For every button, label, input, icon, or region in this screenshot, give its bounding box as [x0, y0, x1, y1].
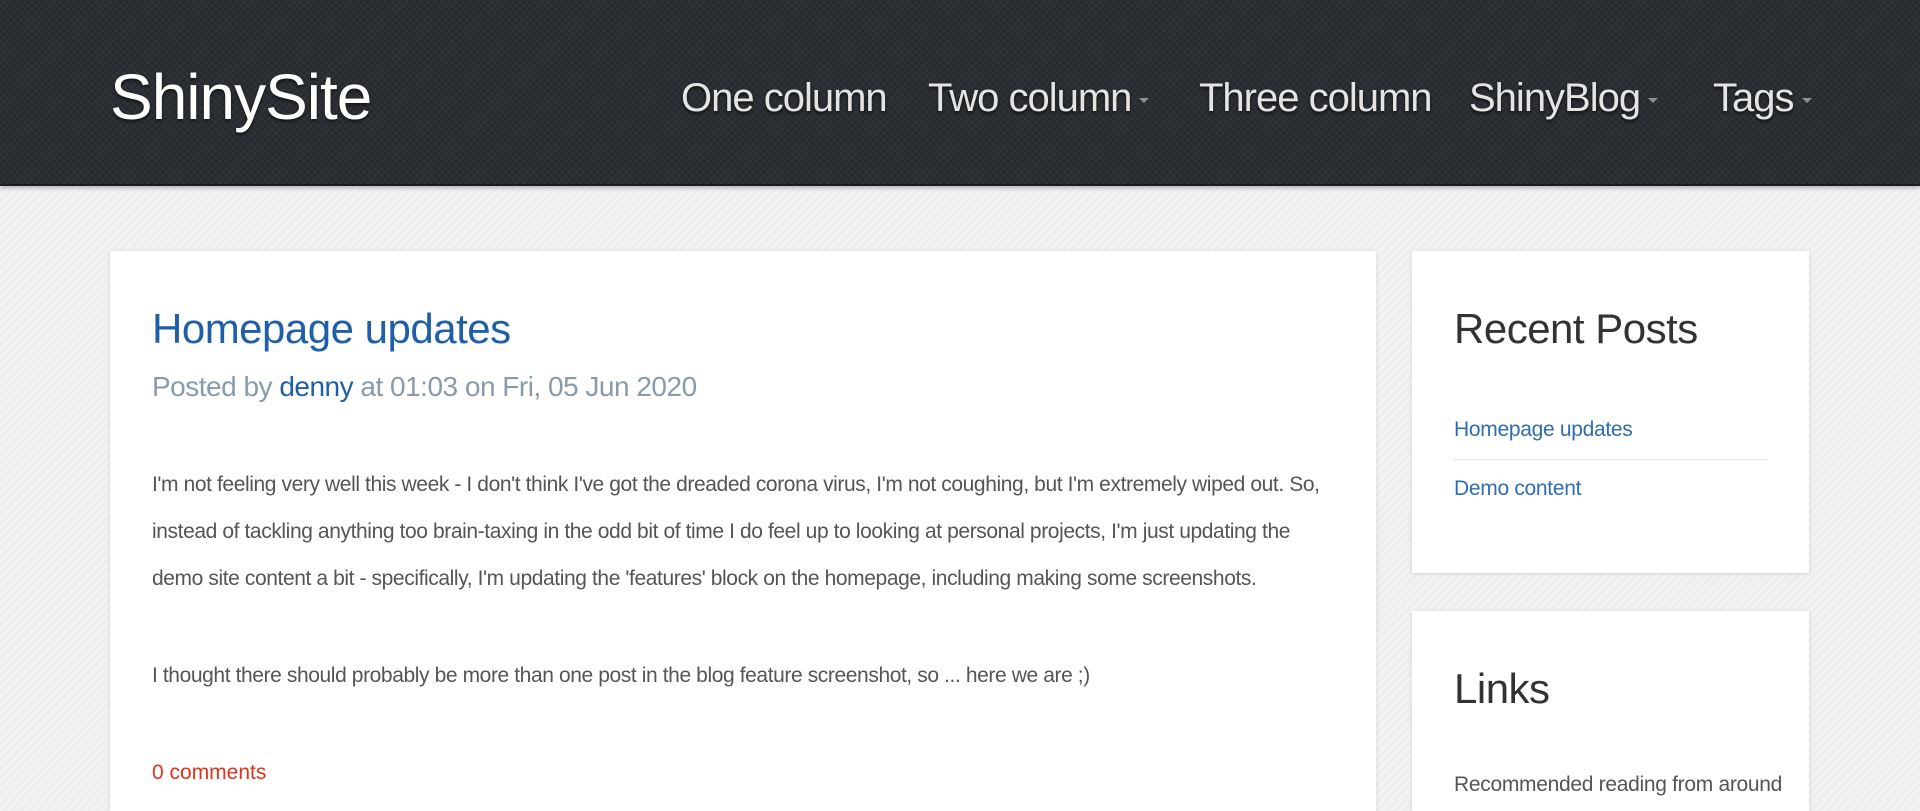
- recent-post-link[interactable]: Homepage updates: [1454, 401, 1768, 459]
- site-header: ShinySite One column Two column Three co…: [0, 0, 1920, 186]
- nav-item-one-column[interactable]: One column: [681, 76, 888, 121]
- recent-post-link[interactable]: Demo content: [1454, 459, 1768, 518]
- widget-title: Links: [1454, 665, 1550, 712]
- post-body: I'm not feeling very well this week - I …: [152, 461, 1342, 749]
- nav-item-label: One column: [681, 76, 888, 120]
- recent-posts-list: Homepage updates Demo content: [1454, 401, 1768, 518]
- blog-post: Homepage updates Posted by denny at 01:0…: [110, 251, 1376, 811]
- post-date: at 01:03 on Fri, 05 Jun 2020: [360, 371, 697, 402]
- site-logo-link[interactable]: ShinySite: [110, 60, 372, 134]
- links-description: Recommended reading from around: [1454, 773, 1783, 796]
- comments-link[interactable]: 0 comments: [152, 761, 266, 785]
- post-meta-prefix: Posted by: [152, 371, 273, 402]
- nav-item-two-column[interactable]: Two column: [928, 76, 1150, 121]
- nav-item-three-column[interactable]: Three column: [1199, 76, 1433, 121]
- nav-item-shinyblog[interactable]: ShinyBlog: [1469, 76, 1659, 121]
- recent-posts-widget: Recent Posts Homepage updates Demo conte…: [1412, 251, 1809, 573]
- nav-item-tags[interactable]: Tags: [1713, 76, 1812, 121]
- chevron-down-icon: [1648, 97, 1659, 103]
- post-meta: Posted by denny at 01:03 on Fri, 05 Jun …: [152, 371, 697, 403]
- nav-item-label: Two column: [928, 76, 1132, 120]
- post-paragraph: I'm not feeling very well this week - I …: [152, 473, 1320, 590]
- post-paragraph: I thought there should probably be more …: [152, 664, 1090, 687]
- links-widget: Links Recommended reading from around: [1412, 611, 1809, 811]
- nav-item-label: ShinyBlog: [1469, 76, 1641, 120]
- nav-item-label: Tags: [1713, 76, 1794, 120]
- widget-title: Recent Posts: [1454, 305, 1698, 352]
- author-link[interactable]: denny: [279, 371, 353, 402]
- chevron-down-icon: [1801, 97, 1812, 103]
- nav-item-label: Three column: [1199, 76, 1433, 120]
- chevron-down-icon: [1139, 97, 1150, 103]
- post-title-link[interactable]: Homepage updates: [152, 305, 511, 353]
